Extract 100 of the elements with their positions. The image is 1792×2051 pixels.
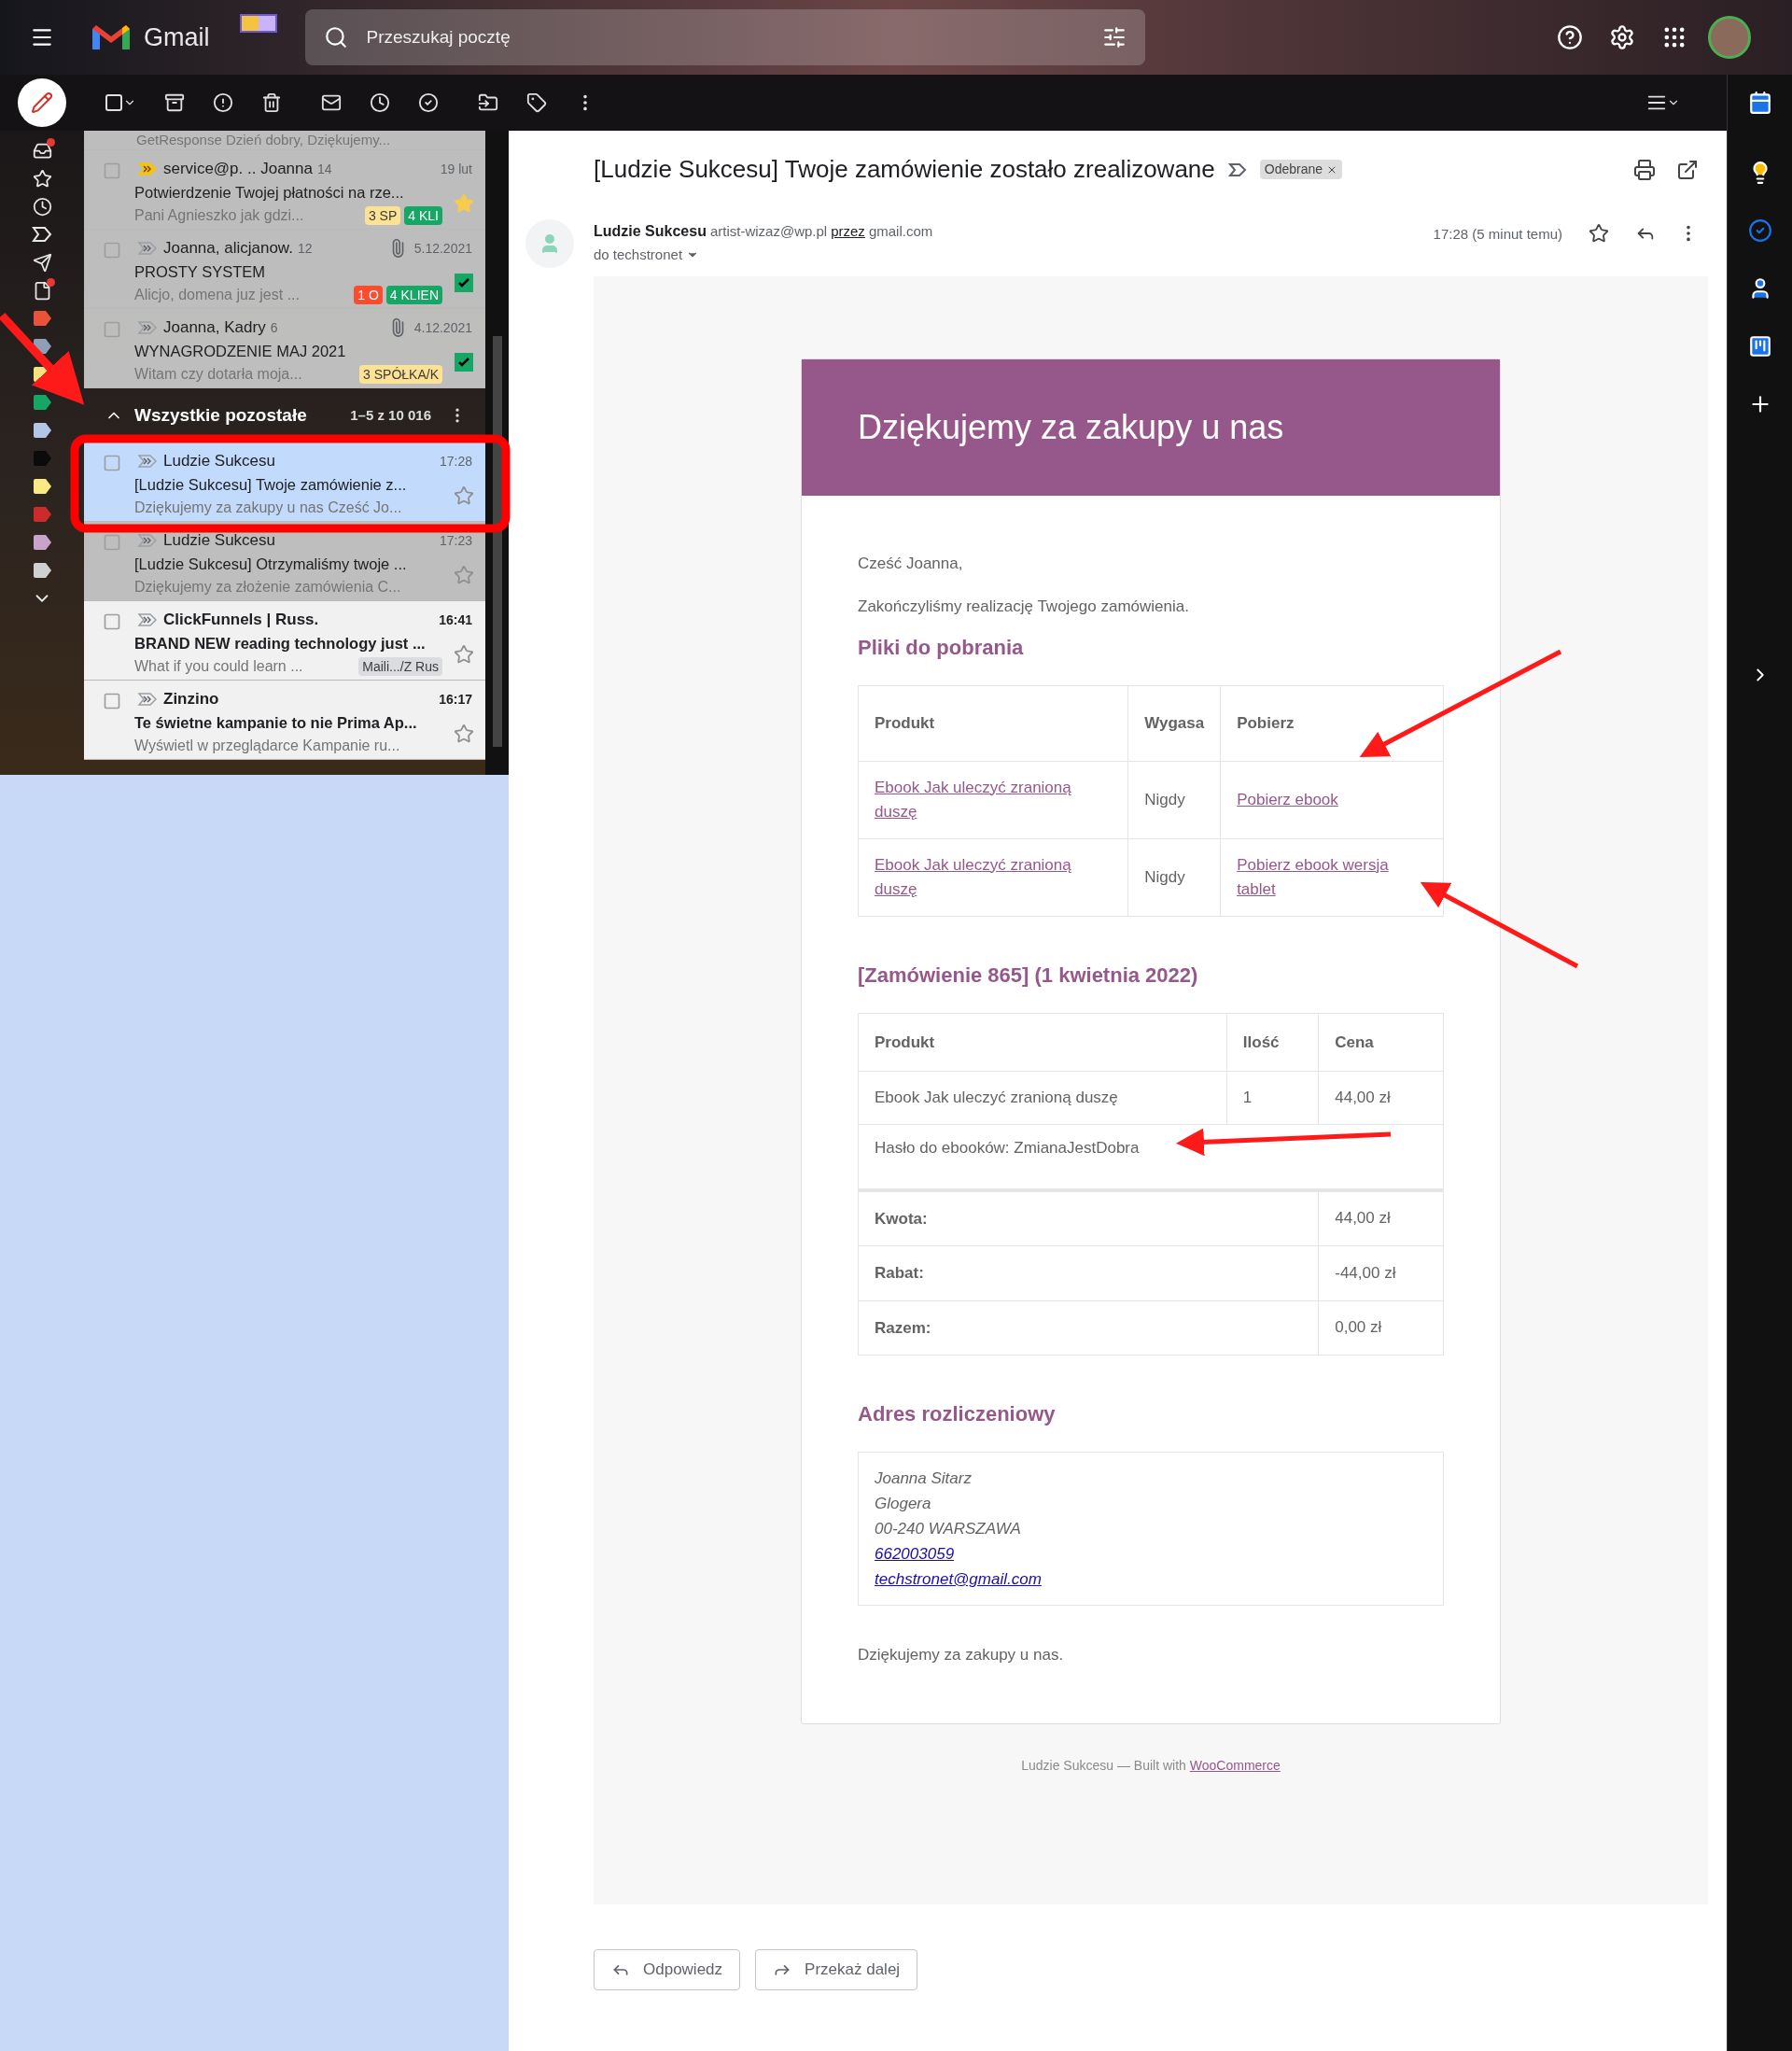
reply-button[interactable]: Odpowiedz	[594, 1949, 741, 1990]
email-date: 16:41	[439, 611, 472, 629]
label-tag-icon[interactable]	[32, 535, 52, 550]
label-tag-icon[interactable]	[32, 479, 52, 494]
star-icon[interactable]	[454, 723, 474, 744]
important-marker-icon[interactable]	[137, 533, 158, 548]
email-sender: Zinzino	[163, 689, 219, 710]
thread-count: 12	[297, 239, 313, 258]
report-spam-icon[interactable]	[213, 92, 233, 113]
star-icon[interactable]	[454, 644, 474, 665]
important-marker-icon[interactable]	[137, 454, 158, 469]
woocommerce-link[interactable]: WooCommerce	[1189, 1755, 1281, 1776]
thread-count: 14	[316, 160, 332, 178]
board-icon[interactable]	[1747, 334, 1772, 358]
table-cell: Kwota:	[858, 1189, 1319, 1246]
search-input[interactable]: Przeszukaj pocztę	[366, 23, 1102, 51]
select-all-checkbox[interactable]	[105, 93, 123, 112]
search-options-icon[interactable]	[1101, 25, 1127, 49]
address-line: Joanna Sitarz	[875, 1468, 972, 1489]
print-icon[interactable]	[1633, 158, 1656, 181]
email-link[interactable]: techstronet@gmail.com	[875, 1566, 1042, 1592]
recipient-dropdown[interactable]: do techstronet	[594, 245, 933, 266]
add-task-icon[interactable]	[418, 92, 439, 113]
checkbox[interactable]	[103, 320, 121, 339]
email-row[interactable]: Joanna, Kadry 6 4.12.2021 WYNAGRODZENIE MAJ 2021 Witam czy dotarła moja... 3 SPÓŁKA/K	[84, 309, 485, 388]
sender-name: Ludzie Sukcesu	[594, 222, 707, 241]
section-heading: Pliki do pobrania	[858, 635, 1025, 661]
phone-link[interactable]: 662003059	[875, 1541, 955, 1566]
address-line: 00-240 WARSZAWA	[875, 1519, 1021, 1539]
search-field[interactable]: Przeszukaj pocztę	[304, 9, 1145, 65]
email-row[interactable]: Ludzie Sukcesu 17:28 [Ludzie Sukcesu] Twoje zamówienie z... Dziękujemy za zakupy u nas Cześć Jo...	[84, 443, 485, 522]
email-subject: [Ludzie Sukcesu] Twoje zamówienie z...	[134, 475, 408, 495]
important-marker-icon[interactable]	[137, 162, 158, 176]
forward-button[interactable]: Przekaż dalej	[755, 1949, 918, 1990]
email-row[interactable]: Zinzino 16:17 Te świetne kampanie to nie Prima Ap... Wyświetl w przeglądarce Kampanie ru...	[84, 681, 485, 760]
calendar-icon[interactable]	[1747, 91, 1772, 115]
star-icon[interactable]	[1589, 223, 1609, 244]
table-header: Produkt	[858, 1013, 1227, 1072]
settings-icon[interactable]	[1609, 24, 1635, 50]
note-text: Hasło do ebooków: ZmianaJestDobra	[875, 1139, 1140, 1157]
checkbox[interactable]	[103, 692, 121, 710]
checkbox[interactable]	[103, 162, 121, 180]
archive-icon[interactable]	[164, 92, 185, 113]
star-icon[interactable]	[454, 565, 474, 585]
label-chip[interactable]: Odebrane	[1259, 160, 1343, 179]
avatar[interactable]	[1708, 16, 1751, 59]
label-tag-icon[interactable]	[32, 395, 52, 410]
send-icon[interactable]	[32, 252, 52, 273]
email-row[interactable]: Ludzie Sukcesu 17:23 [Ludzie Sukcesu] Otrzymaliśmy twoje ... Dziękujemy za złożenie zamówienia C...	[84, 522, 485, 601]
email-row[interactable]: service@p. .. Joanna 14 19 lut Potwierdzenie Twojej płatności na rze... Pani Agnieszko jak gdzi... 3 SP 4 KLI	[84, 150, 485, 230]
scrollbar[interactable]	[485, 131, 509, 775]
open-new-window-icon[interactable]	[1676, 158, 1699, 181]
email-tag: 4 KLI	[404, 206, 442, 225]
checkbox[interactable]	[103, 241, 121, 260]
table-cell: Nigdy	[1127, 761, 1221, 838]
delete-icon[interactable]	[261, 92, 282, 113]
via-domain: gmail.com	[868, 222, 933, 241]
important-marker-icon[interactable]	[137, 320, 158, 335]
help-icon[interactable]	[1557, 24, 1583, 50]
email-date: 19 lut	[440, 160, 472, 178]
mark-unread-icon[interactable]	[321, 92, 342, 113]
email-snippet: Dziękujemy za złożenie zamówienia C...	[134, 578, 401, 597]
table-cell: -44,00 zł	[1318, 1245, 1444, 1300]
email-row[interactable]: Joanna, alicjanow. 12 5.12.2021 PROSTY SYSTEM Alicjo, domena juz jest ... 1 O 4 KLIEN	[84, 230, 485, 309]
label-icon[interactable]	[526, 92, 547, 113]
check-marker-icon[interactable]	[455, 353, 473, 372]
label-tag-icon[interactable]	[32, 423, 52, 438]
important-marker-icon[interactable]	[137, 692, 158, 707]
email-date: 5.12.2021	[413, 239, 472, 258]
important-icon[interactable]	[1227, 162, 1247, 177]
via-link[interactable]: przez	[831, 221, 865, 243]
email-subject: PROSTY SYSTEM	[134, 262, 266, 282]
checkbox[interactable]	[103, 533, 121, 552]
email-snippet: Dziękujemy za zakupy u nas Cześć Jo...	[134, 499, 402, 517]
email-row[interactable]: ClickFunnels | Russ. 16:41 BRAND NEW reading technology just ... What if you could learn ... Maili.../Z Rus	[84, 601, 485, 681]
pencil-icon	[31, 91, 53, 114]
email-snippet: Alicjo, domena juz jest ...	[134, 286, 300, 304]
closing-text: Dziękujemy za zakupy u nas.	[858, 1645, 1065, 1665]
footer-text: Ludzie Sukcesu — Built with	[1021, 1756, 1186, 1775]
compose-button[interactable]	[18, 78, 66, 127]
important-marker-icon[interactable]	[137, 241, 158, 256]
extension-icon[interactable]	[239, 14, 277, 33]
snooze-icon[interactable]	[370, 92, 390, 113]
table-cell: 0,00 zł	[1318, 1300, 1444, 1356]
email-date: 17:23	[439, 531, 472, 550]
table-header: Wygasa	[1127, 685, 1221, 761]
important-marker-icon[interactable]	[137, 612, 158, 627]
star-icon[interactable]	[454, 485, 474, 506]
section-title: Wszystkie pozostałe	[134, 403, 307, 427]
checkbox[interactable]	[103, 612, 121, 631]
checkbox[interactable]	[103, 454, 121, 472]
tasks-icon[interactable]	[1747, 218, 1772, 243]
clock-icon[interactable]	[32, 196, 52, 217]
move-to-icon[interactable]	[478, 92, 498, 113]
section-range: 1–5 z 10 016	[350, 405, 431, 425]
label-tag-icon[interactable]	[32, 563, 52, 578]
check-marker-icon[interactable]	[455, 274, 473, 292]
label-tag-icon[interactable]	[32, 339, 52, 354]
star-icon[interactable]	[32, 168, 52, 189]
email-snippet: Witam czy dotarła moja...	[134, 365, 302, 384]
